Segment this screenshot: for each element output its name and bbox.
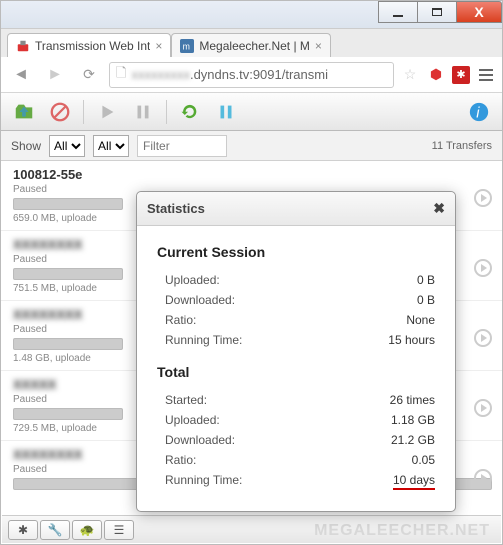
transmission-icon [16, 39, 30, 53]
pause-all-button[interactable] [211, 98, 241, 126]
compact-view-button[interactable]: ☰ [104, 520, 134, 540]
remove-torrent-button[interactable] [45, 98, 75, 126]
filter-input[interactable] [137, 135, 227, 157]
dialog-title: Statistics [147, 201, 205, 216]
start-button[interactable] [92, 98, 122, 126]
stat-row-running: Running Time:15 hours [157, 330, 435, 350]
resume-icon[interactable] [474, 189, 492, 207]
reload-button[interactable]: ⟳ [75, 61, 103, 89]
tab-title: Megaleecher.Net | M [199, 39, 310, 53]
torrent-name: XXXXXXXX [13, 447, 82, 462]
filter-bar: Show All All 11 Transfers [1, 131, 502, 161]
start-all-button[interactable] [175, 98, 205, 126]
settings-button[interactable]: ✱ [8, 520, 38, 540]
torrent-name: XXXXX [13, 377, 56, 392]
browser-menu-button[interactable] [476, 65, 496, 85]
back-button[interactable]: ◄ [7, 61, 35, 89]
dialog-close-button[interactable]: ✖ [433, 200, 445, 217]
stat-row-downloaded: Downloaded:0 B [157, 290, 435, 310]
address-bar[interactable]: 🗋 xxxxxxxxx .dyndns.tv:9091/transmi [109, 62, 394, 88]
page-icon: 🗋 [116, 64, 126, 86]
stat-row-running: Running Time:10 days [157, 470, 435, 493]
stat-row-started: Started:26 times [157, 390, 435, 410]
url-visible-part: .dyndns.tv:9091/transmi [190, 67, 328, 82]
state-filter-select[interactable]: All [49, 135, 85, 157]
tab-title: Transmission Web Int [35, 39, 150, 53]
stat-row-ratio: Ratio:None [157, 310, 435, 330]
toolbar-separator [83, 100, 84, 124]
stat-row-uploaded: Uploaded:1.18 GB [157, 410, 435, 430]
info-button[interactable]: i [464, 98, 494, 126]
transmission-footer: ✱ 🔧 🐢 ☰ [2, 515, 501, 543]
browser-toolbar: ◄ ► ⟳ 🗋 xxxxxxxxx .dyndns.tv:9091/transm… [1, 57, 502, 93]
turtle-mode-button[interactable]: 🐢 [72, 520, 102, 540]
tab-close-icon[interactable]: × [315, 39, 322, 53]
resume-icon[interactable] [474, 399, 492, 417]
url-blurred-part: xxxxxxxxx [131, 67, 190, 82]
show-label: Show [11, 139, 41, 153]
tracker-filter-select[interactable]: All [93, 135, 129, 157]
toolbar-separator [166, 100, 167, 124]
preferences-button[interactable]: 🔧 [40, 520, 70, 540]
progress-bar [13, 408, 123, 420]
browser-tab-transmission[interactable]: Transmission Web Int × [7, 33, 171, 57]
tab-close-icon[interactable]: × [155, 39, 162, 53]
total-heading: Total [157, 364, 435, 380]
dialog-header: Statistics ✖ [137, 192, 455, 226]
progress-bar [13, 198, 123, 210]
dialog-body: Current Session Uploaded:0 B Downloaded:… [137, 226, 455, 511]
extension-adblock-icon[interactable]: ⬢ [426, 65, 446, 85]
extension-lastpass-icon[interactable]: ✱ [452, 66, 470, 84]
stat-row-uploaded: Uploaded:0 B [157, 270, 435, 290]
transmission-toolbar: i [1, 93, 502, 131]
window-titlebar: X [1, 1, 502, 29]
progress-bar [13, 338, 123, 350]
statistics-dialog: Statistics ✖ Current Session Uploaded:0 … [136, 191, 456, 512]
resume-icon[interactable] [474, 329, 492, 347]
torrent-name: XXXXXXXX [13, 237, 82, 252]
window-minimize-button[interactable] [378, 1, 418, 23]
browser-tab-megaleecher[interactable]: m Megaleecher.Net | M × [171, 33, 331, 57]
stat-row-downloaded: Downloaded:21.2 GB [157, 430, 435, 450]
window-close-button[interactable]: X [456, 1, 502, 23]
resume-icon[interactable] [474, 469, 492, 487]
progress-bar [13, 268, 123, 280]
bookmark-star-icon[interactable]: ☆ [400, 65, 420, 85]
open-torrent-button[interactable] [9, 98, 39, 126]
resume-icon[interactable] [474, 259, 492, 277]
transfer-count: 11 Transfers [432, 140, 492, 152]
session-heading: Current Session [157, 244, 435, 260]
pause-button[interactable] [128, 98, 158, 126]
forward-button[interactable]: ► [41, 61, 69, 89]
browser-tab-strip: Transmission Web Int × m Megaleecher.Net… [1, 29, 502, 57]
site-icon: m [180, 39, 194, 53]
torrent-name: XXXXXXXX [13, 307, 82, 322]
window-maximize-button[interactable] [417, 1, 457, 23]
svg-text:m: m [183, 41, 190, 51]
stat-row-ratio: Ratio:0.05 [157, 450, 435, 470]
torrent-name: 100812-55e [13, 167, 492, 182]
